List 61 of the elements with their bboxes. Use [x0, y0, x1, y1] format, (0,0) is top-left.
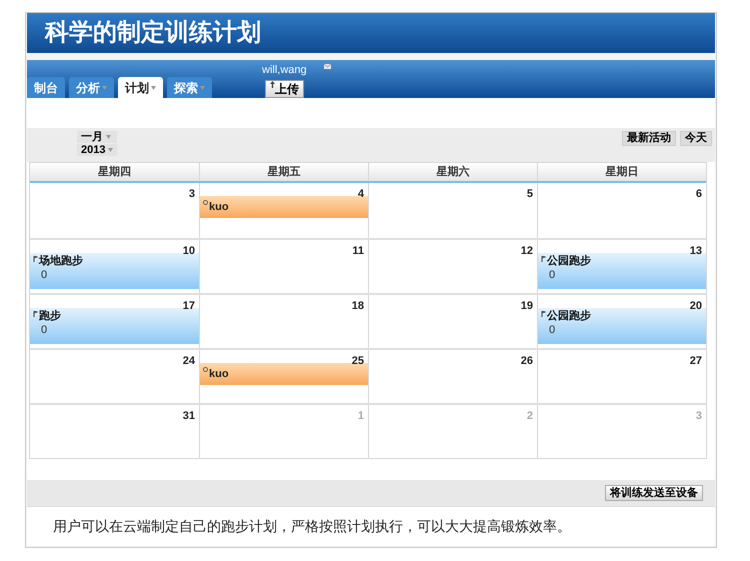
event-detail: 0	[548, 268, 556, 283]
flag-icon	[541, 256, 546, 262]
weekday-header: 星期六	[368, 163, 537, 181]
nav-tab[interactable]: 分析	[69, 77, 114, 98]
flag-icon	[541, 311, 546, 317]
event-title: kuo	[209, 366, 229, 382]
day-number: 26	[520, 354, 533, 369]
event-title: 场地跑步	[39, 255, 83, 268]
caret-icon	[108, 148, 114, 152]
upload-arrow-icon	[270, 80, 275, 88]
workout-bar[interactable]: 跑步 0	[30, 308, 199, 344]
toolbar-button[interactable]: 最新活动	[622, 131, 676, 146]
day-number: 2	[526, 409, 533, 424]
nav-tab[interactable]: 计划	[118, 77, 163, 98]
day-number: 3	[188, 187, 195, 202]
flag-icon	[33, 311, 38, 317]
weekday-header: 星期四	[97, 164, 132, 180]
send-to-device-button[interactable]: 将训练发送至设备	[605, 485, 703, 501]
day-number: 1	[358, 409, 364, 424]
day-cell[interactable]: 13 公园跑步 0	[537, 240, 706, 293]
day-number: 18	[352, 299, 364, 314]
day-number: 27	[690, 354, 702, 369]
day-number: 3	[696, 409, 702, 424]
circle-icon	[203, 200, 208, 205]
user-name[interactable]: will,wang	[262, 62, 307, 78]
nav-tab[interactable]: 制台	[27, 77, 65, 98]
month-dropdown[interactable]: 一月	[77, 131, 118, 143]
day-number: 6	[696, 187, 702, 202]
event-detail: 0	[548, 323, 556, 338]
event-detail: 0	[40, 268, 48, 283]
caption-text: 用户可以在云端制定自己的跑步计划，严格按照计划执行，可以大大提高锻炼效率。	[53, 517, 571, 536]
workout-bar[interactable]: 场地跑步 0	[30, 253, 199, 289]
event-bar[interactable]: kuo	[200, 363, 368, 385]
workout-bar[interactable]: 公园跑步 0	[538, 308, 706, 344]
day-number: 31	[182, 409, 195, 424]
caret-icon	[106, 135, 111, 139]
mail-icon[interactable]	[324, 64, 331, 69]
day-number: 11	[352, 244, 364, 259]
day-number: 19	[520, 299, 533, 314]
weekday-header: 星期五	[199, 163, 368, 181]
event-bar[interactable]: kuo	[200, 196, 368, 218]
banner-title: 科学的制定训练计划	[45, 18, 261, 48]
circle-icon	[203, 367, 208, 372]
day-cell[interactable]: 25 kuo	[199, 350, 368, 403]
workout-bar[interactable]: 公园跑步 0	[538, 253, 706, 289]
event-title: 公园跑步	[547, 310, 591, 323]
event-detail: 0	[40, 323, 48, 338]
day-number: 12	[520, 244, 533, 259]
event-title: 跑步	[39, 310, 61, 323]
toolbar-button[interactable]: 今天	[680, 131, 712, 146]
day-cell[interactable]: 20 公园跑步 0	[537, 295, 706, 348]
upload-button[interactable]: 上传	[264, 80, 304, 98]
day-number: 5	[526, 187, 533, 202]
nav-tab[interactable]: 探索	[167, 77, 212, 98]
year-dropdown[interactable]: 2013	[77, 144, 118, 156]
flag-icon	[33, 256, 38, 262]
event-title: 公园跑步	[547, 255, 591, 268]
event-title: kuo	[209, 200, 229, 215]
day-number: 24	[182, 354, 195, 369]
weekday-header: 星期日	[537, 163, 706, 181]
day-cell[interactable]: 4 kuo	[199, 183, 368, 238]
